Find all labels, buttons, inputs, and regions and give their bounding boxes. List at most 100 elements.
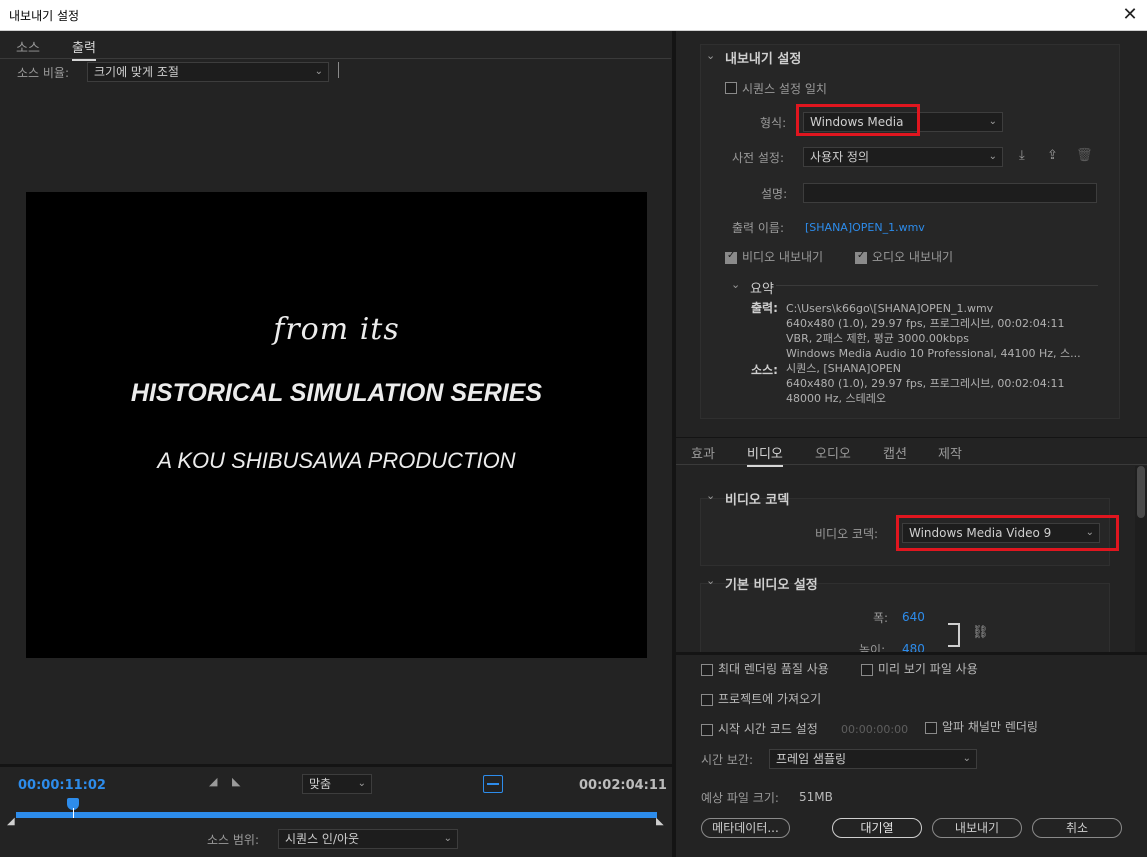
tab-effects[interactable]: 효과 [691,443,715,462]
video-codec-header: 비디오 코덱 [725,493,790,508]
summary-divider [776,285,1098,286]
summary-output-label: 출력: [751,301,778,315]
basic-video-header: 기본 비디오 설정 [725,578,818,593]
height-value[interactable]: 480 [902,642,925,652]
output-name-link[interactable]: [SHANA]OPEN_1.wmv [805,221,925,234]
chevron-down-icon: ⌄ [314,66,323,77]
playhead-line [72,808,74,818]
current-timecode[interactable]: 00:00:11:02 [18,778,106,793]
time-interp-dropdown[interactable]: 프레임 샘플링 ⌄ [769,749,977,769]
queue-button[interactable]: 대기열 [832,818,922,838]
use-previews-label: 미리 보기 파일 사용 [878,662,978,676]
cancel-button[interactable]: 취소 [1032,818,1122,838]
preview-line-series: HISTORICAL SIMULATION SERIES [130,379,543,407]
mark-in-icon[interactable]: ◢ [209,775,217,788]
crop-divider [338,62,339,78]
chevron-down-icon: ⌄ [988,116,997,127]
comment-label: 설명: [761,187,788,201]
tab-output[interactable]: 출력 [72,37,96,61]
left-tabs: 소스 출력 [0,31,671,61]
delete-preset-icon[interactable]: 🗑 [1076,148,1093,163]
export-audio-label: 오디오 내보내기 [872,250,954,264]
preview-line-production: A KOU SHIBUSAWA PRODUCTION [157,448,516,473]
render-alpha-checkbox[interactable] [925,720,937,734]
checkbox-icon [861,663,873,676]
save-preset-icon[interactable]: ⤓ [1019,148,1025,163]
comment-field[interactable] [803,183,1097,203]
checkbox-icon [855,250,867,264]
checkbox-icon [701,693,713,706]
video-settings-scroll: ⌄ 비디오 코덱 비디오 코덱: Windows Media Video 9 ⌄… [676,466,1135,652]
summary-source-line: 시퀀스, [SHANA]OPEN [786,362,901,375]
scrub-bar[interactable] [16,812,657,818]
collapse-chevron-icon[interactable]: ⌄ [706,49,715,62]
summary-output-line: Windows Media Audio 10 Professional, 441… [786,347,1081,360]
window-title: 내보내기 설정 [9,9,80,23]
chevron-down-icon: ⌄ [443,833,452,844]
collapse-chevron-icon[interactable]: ⌄ [706,489,715,502]
preset-value: 사용자 정의 [810,150,870,164]
summary-source-line: 48000 Hz, 스테레오 [786,392,887,405]
chevron-down-icon: ⌄ [962,753,971,764]
source-range-dropdown[interactable]: 시퀀스 인/아웃 ⌄ [278,829,458,849]
preset-dropdown[interactable]: 사용자 정의 ⌄ [803,147,1003,167]
summary-source-label: 소스: [751,363,778,377]
window-titlebar: 내보내기 설정 ✕ [0,0,1147,31]
summary-output-line: VBR, 2패스 제한, 평균 3000.00kbps [786,332,969,345]
tab-audio[interactable]: 오디오 [815,443,851,462]
source-ratio-value: 크기에 맞게 조절 [94,65,179,79]
width-value[interactable]: 640 [902,610,925,624]
est-size-value: 51MB [799,790,833,804]
video-preview: from its HISTORICAL SIMULATION SERIES A … [26,192,647,658]
video-codec-highlight-box [896,515,1119,551]
match-sequence-label: 시퀀스 설정 일치 [742,82,827,96]
close-icon[interactable]: ✕ [1113,0,1147,30]
checkbox-icon [701,723,713,736]
options-separator [676,652,1147,655]
export-audio-checkbox[interactable] [855,250,867,264]
use-previews-checkbox[interactable] [861,662,873,676]
match-sequence-checkbox[interactable] [725,80,737,94]
import-into-project-checkbox[interactable] [701,692,713,706]
metadata-button[interactable]: 메타데이터... [701,818,790,838]
start-timecode-checkbox[interactable] [701,722,713,736]
chevron-down-icon: ⌄ [988,151,997,162]
tab-publish[interactable]: 제작 [938,443,962,462]
zoom-fit-dropdown[interactable]: 맞춤 ⌄ [302,774,372,794]
tab-source[interactable]: 소스 [16,37,40,56]
import-into-project-label: 프로젝트에 가져오기 [718,692,822,706]
zoom-fit-value: 맞춤 [309,777,332,791]
range-end-handle-icon[interactable]: ◣ [656,816,664,827]
range-start-handle-icon[interactable]: ◢ [7,816,15,827]
max-render-quality-checkbox[interactable] [701,662,713,676]
format-label: 형식: [760,116,787,130]
import-preset-icon[interactable]: ⇪ [1047,148,1058,163]
source-range-label: 소스 범위: [207,833,260,847]
source-ratio-dropdown[interactable]: 크기에 맞게 조절 ⌄ [87,62,329,82]
set-range-icon[interactable] [483,775,503,793]
start-timecode-value: 00:00:00:00 [841,723,909,736]
summary-output-line: 640x480 (1.0), 29.97 fps, 프로그레시브, 00:02:… [786,317,1065,330]
width-label: 폭: [873,611,889,625]
scrollbar-thumb[interactable] [1137,466,1145,518]
tab-video[interactable]: 비디오 [747,443,783,467]
scrollbar-track[interactable] [1135,466,1147,652]
preset-label: 사전 설정: [732,151,785,165]
preview-line-from-its: from its [273,312,400,347]
timeline-separator [0,764,672,767]
max-render-quality-label: 최대 렌더링 품질 사용 [718,662,829,676]
chevron-down-icon: ⌄ [357,778,366,789]
summary-chevron-icon[interactable]: ⌄ [731,278,740,291]
unlink-aspect-icon[interactable]: ⛓ [972,625,989,640]
start-timecode-label: 시작 시간 코드 설정 [718,722,818,736]
export-button[interactable]: 내보내기 [932,818,1022,838]
collapse-chevron-icon[interactable]: ⌄ [706,574,715,587]
duration-timecode: 00:02:04:11 [579,778,667,793]
summary-header: 요약 [750,282,774,297]
render-alpha-label: 알파 채널만 렌더링 [942,720,1038,734]
mark-out-icon[interactable]: ◣ [232,775,240,788]
export-video-checkbox[interactable] [725,250,737,264]
tab-captions[interactable]: 캡션 [883,443,907,462]
checkbox-icon [925,721,937,734]
checkbox-icon [725,81,737,94]
